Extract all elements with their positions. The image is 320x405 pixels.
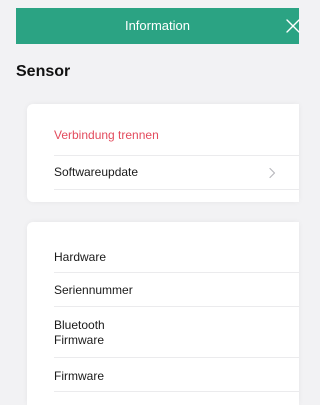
info-row-label: Seriennummer xyxy=(54,283,133,297)
disconnect-button[interactable]: Verbindung trennen xyxy=(54,126,299,156)
chevron-right-icon xyxy=(269,167,276,179)
info-row-firmware: Firmware xyxy=(54,357,299,392)
info-row-label: Bluetooth Firmware xyxy=(54,318,105,347)
info-row-bluetooth-firmware: Bluetooth Firmware xyxy=(54,306,299,358)
section-title: Sensor xyxy=(16,63,71,80)
info-row-label: Firmware xyxy=(54,369,104,383)
actions-card: Verbindung trennen Softwareupdate xyxy=(27,104,299,202)
info-card: Hardware Seriennummer Bluetooth Firmware… xyxy=(27,222,299,405)
info-row-label: Hardware xyxy=(54,250,107,264)
info-row-hardware: Hardware xyxy=(54,240,299,273)
software-update-item[interactable]: Softwareupdate xyxy=(54,155,299,190)
info-row-serial-number: Seriennummer xyxy=(54,272,299,307)
close-button[interactable] xyxy=(285,17,301,35)
close-icon xyxy=(286,19,300,33)
header-title: Information xyxy=(124,18,191,33)
header-bar: Information xyxy=(16,8,301,44)
disconnect-label: Verbindung trennen xyxy=(54,128,159,142)
software-update-label: Softwareupdate xyxy=(54,165,139,179)
